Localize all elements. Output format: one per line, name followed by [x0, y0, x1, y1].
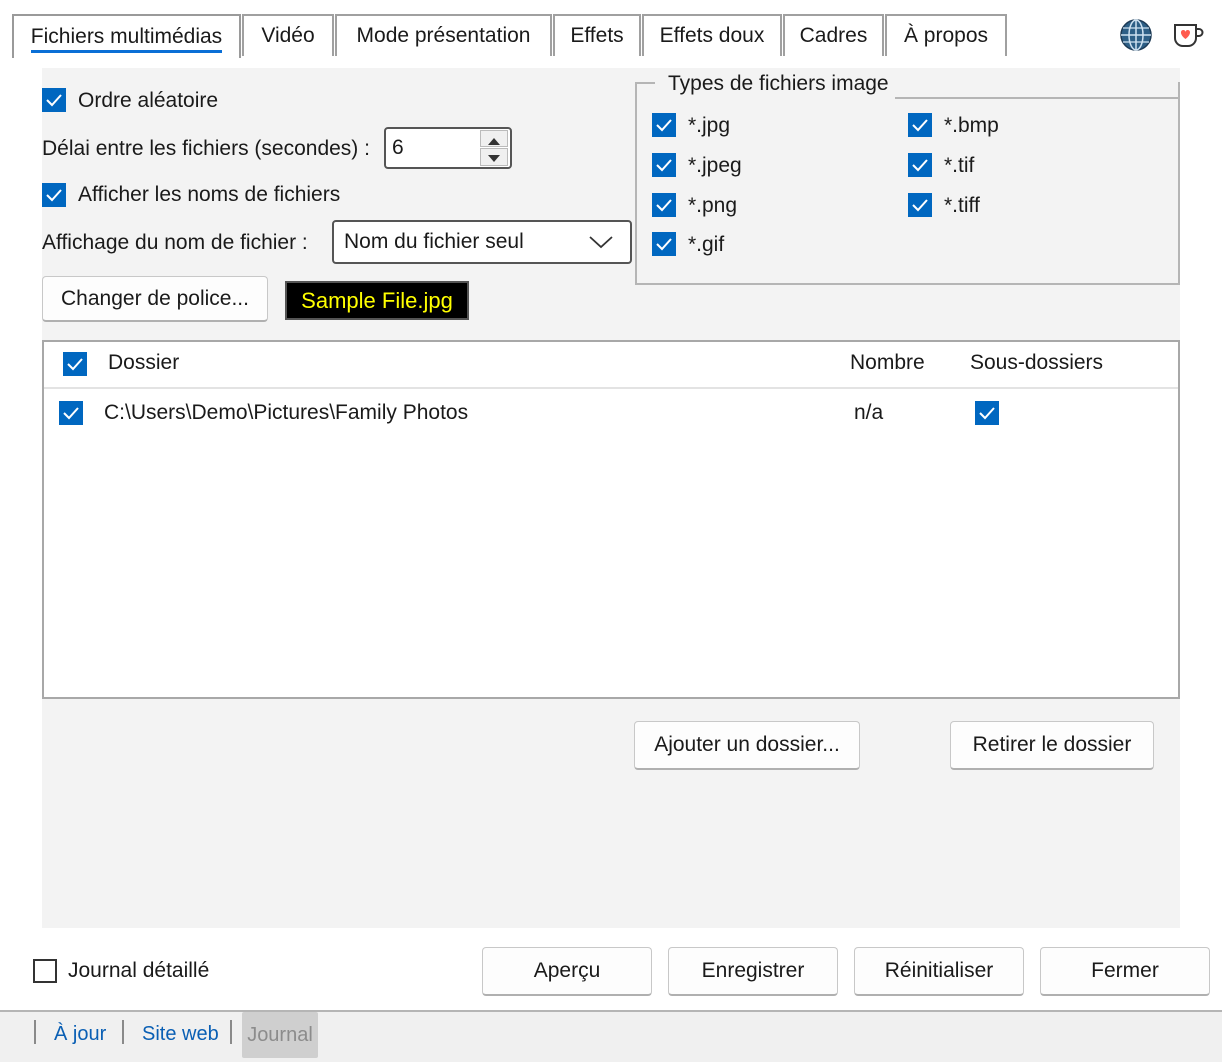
- list-header-divider: [44, 387, 1178, 389]
- tab-video[interactable]: Vidéo: [242, 14, 334, 56]
- delay-value: 6: [392, 136, 404, 159]
- filetype-bmp-checkbox[interactable]: [908, 113, 932, 137]
- add-folder-button[interactable]: Ajouter un dossier...: [634, 721, 860, 770]
- status-separator: [122, 1020, 124, 1044]
- verbose-log-checkbox[interactable]: [33, 959, 57, 983]
- column-header-count[interactable]: Nombre: [850, 350, 925, 376]
- save-button[interactable]: Enregistrer: [668, 947, 838, 996]
- filetype-label: *.gif: [688, 233, 725, 256]
- change-font-button[interactable]: Changer de police...: [42, 276, 268, 322]
- journal-button[interactable]: Journal: [242, 1012, 318, 1058]
- verbose-log-label: Journal détaillé: [68, 959, 210, 982]
- tab-presentation-mode[interactable]: Mode présentation: [335, 14, 552, 56]
- name-display-dropdown[interactable]: Nom du fichier seul: [332, 220, 632, 264]
- globe-icon[interactable]: [1119, 18, 1153, 52]
- column-header-folder[interactable]: Dossier: [108, 350, 179, 376]
- font-sample: Sample File.jpg: [285, 281, 469, 320]
- file-types-title: Types de fichiers image: [666, 71, 891, 97]
- stepper-up-button[interactable]: [480, 130, 508, 147]
- filetype-png-checkbox[interactable]: [652, 193, 676, 217]
- tab-about[interactable]: À propos: [885, 14, 1007, 56]
- show-names-checkbox[interactable]: [42, 183, 66, 207]
- status-separator: [230, 1020, 232, 1044]
- name-display-label: Affichage du nom de fichier :: [42, 231, 308, 254]
- delay-label: Délai entre les fichiers (secondes) :: [42, 137, 370, 160]
- filetype-jpg-checkbox[interactable]: [652, 113, 676, 137]
- stepper-down-button[interactable]: [480, 148, 508, 166]
- close-button[interactable]: Fermer: [1040, 947, 1210, 996]
- folder-path: C:\Users\Demo\Pictures\Family Photos: [104, 401, 469, 424]
- tab-soft-effects[interactable]: Effets doux: [642, 14, 782, 56]
- group-border: [895, 97, 1180, 99]
- filetype-tif-checkbox[interactable]: [908, 153, 932, 177]
- filetype-jpeg-checkbox[interactable]: [652, 153, 676, 177]
- folder-row-checkbox[interactable]: [59, 401, 83, 425]
- random-order-checkbox[interactable]: [42, 88, 66, 112]
- filetype-label: *.bmp: [944, 114, 999, 137]
- tab-effects[interactable]: Effets: [553, 14, 641, 56]
- tab-frames[interactable]: Cadres: [783, 14, 884, 56]
- column-header-subfolders[interactable]: Sous-dossiers: [970, 350, 1103, 376]
- folder-count: n/a: [854, 401, 884, 424]
- reset-button[interactable]: Réinitialiser: [854, 947, 1024, 996]
- filetype-label: *.tiff: [944, 194, 980, 217]
- preview-button[interactable]: Aperçu: [482, 947, 652, 996]
- filetype-label: *.tif: [944, 154, 975, 177]
- filetype-label: *.png: [688, 194, 738, 217]
- filetype-tiff-checkbox[interactable]: [908, 193, 932, 217]
- website-link[interactable]: Site web: [142, 1023, 219, 1046]
- select-all-folders-checkbox[interactable]: [63, 352, 87, 376]
- status-separator: [34, 1020, 36, 1044]
- remove-folder-button[interactable]: Retirer le dossier: [950, 721, 1154, 770]
- filetype-label: *.jpeg: [688, 154, 742, 177]
- update-link[interactable]: À jour: [54, 1023, 106, 1046]
- delay-stepper[interactable]: 6: [384, 127, 512, 169]
- random-order-label: Ordre aléatoire: [78, 89, 219, 112]
- show-names-label: Afficher les noms de fichiers: [78, 183, 341, 206]
- group-border: [635, 82, 655, 84]
- coffee-cup-icon[interactable]: [1172, 20, 1204, 50]
- chevron-down-icon: [589, 236, 613, 249]
- tab-media-files[interactable]: Fichiers multimédias: [12, 14, 241, 58]
- name-display-value: Nom du fichier seul: [344, 230, 524, 253]
- filetype-gif-checkbox[interactable]: [652, 232, 676, 256]
- subfolders-checkbox[interactable]: [975, 401, 999, 425]
- filetype-label: *.jpg: [688, 114, 731, 137]
